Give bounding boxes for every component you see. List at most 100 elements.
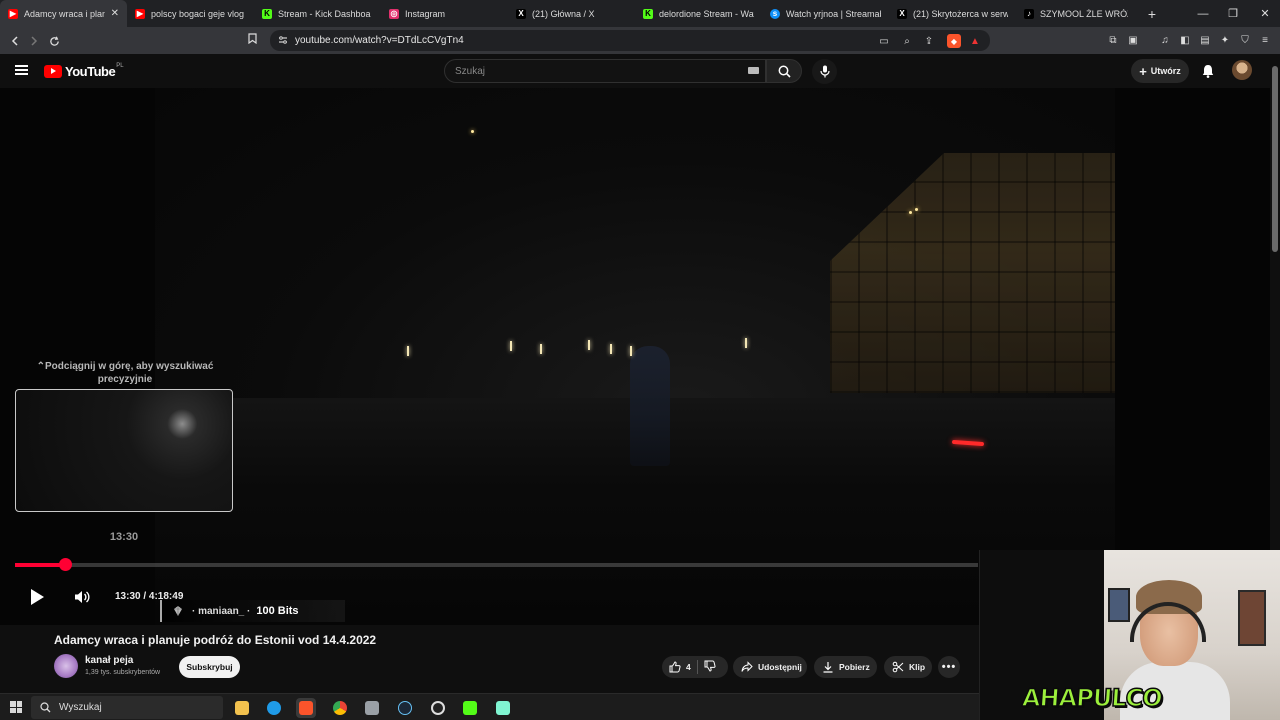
subscriber-count: 1,39 tys. subskrybentów [85,669,161,676]
progress-scrubber[interactable] [59,558,73,571]
kick-icon: K [262,8,272,19]
scrollbar-thumb[interactable] [1272,66,1278,252]
volume-icon [75,591,90,603]
wallet-icon[interactable]: ▤ [1198,33,1212,47]
tab-tiktok[interactable]: ♪ SZYMOOL ŻLE WRÓŻY KA [1016,0,1136,27]
tiktok-icon: ♪ [1024,8,1034,19]
streamlabs-icon[interactable] [493,698,513,718]
video-frame [155,88,1115,625]
windows-start-icon[interactable] [10,701,22,713]
minimize-button[interactable]: — [1188,0,1218,27]
split-view-icon[interactable]: ◧ [1178,33,1192,47]
x-icon: X [897,8,907,19]
streamer-logo: AHAPULCO [1020,683,1163,713]
bell-icon [1202,65,1214,78]
tab-youtube-vlog[interactable]: ▶ polscy bogaci geje vlog - [127,0,254,27]
url-field[interactable]: youtube.com/watch?v=DTdLcCVgTn4 ▭ ⌕ ⇪ ◆ … [270,30,990,51]
volume-button[interactable] [73,588,91,606]
bits-gem-icon [174,606,182,616]
zoom-icon[interactable]: ⌕ [900,34,914,48]
restore-button[interactable]: ❐ [1218,0,1248,27]
extensions-icon[interactable]: ⧉ [1106,33,1120,47]
kick-app-icon[interactable] [460,698,480,718]
tab-kick-stream[interactable]: K delordione Stream - Watch [635,0,762,27]
tab-x-post[interactable]: X (21) Skrytożerca w serwis [889,0,1016,27]
chevron-up-icon: ⌃ [36,361,45,372]
youtube-logo[interactable]: YouTube PL [44,63,124,79]
voice-search-button[interactable] [812,59,837,84]
bookmark-icon[interactable] [248,33,257,47]
donation-user: · maniaan_ · [192,605,251,617]
share-icon[interactable]: ⇪ [922,34,936,48]
reload-icon [49,35,59,46]
more-actions-button[interactable]: ••• [938,656,960,678]
youtube-icon: ▶ [135,8,145,19]
chrome-icon[interactable] [330,698,350,718]
share-button[interactable]: Udostępnij [733,656,807,678]
thumbs-down-icon [704,660,716,672]
edge-icon[interactable] [264,698,284,718]
tab-streamable[interactable]: s Watch yrjnoa | Streamable [762,0,889,27]
close-window-button[interactable]: ✕ [1250,0,1280,27]
arrow-left-icon [11,36,18,46]
person-silhouette [630,346,670,466]
channel-name[interactable]: kanał peja [85,655,133,666]
leo-ai-icon[interactable]: ✦ [1218,33,1232,47]
thumbs-up-icon [669,661,681,673]
back-button[interactable] [5,31,25,51]
tab-kick-dashboard[interactable]: K Stream - Kick Dashboa [254,0,381,27]
account-avatar[interactable] [1232,60,1252,80]
video-player[interactable]: ⌃Podciągnij w górę, aby wyszukiwać precy… [0,88,1270,625]
donation-alert: · maniaan_ · 100 Bits [160,600,345,622]
steam-icon[interactable] [395,698,415,718]
brave-icon[interactable] [296,698,316,718]
obs-icon[interactable] [428,698,448,718]
new-tab-button[interactable]: + [1142,6,1162,22]
keyboard-icon[interactable] [748,67,759,74]
hamburger-menu-icon[interactable] [15,65,28,75]
vpn-icon[interactable]: ⛉ [1238,33,1252,47]
play-button[interactable] [28,588,46,606]
like-count: 4 [686,662,691,672]
like-dislike-group: 4 [662,656,728,678]
search-button[interactable] [766,59,802,83]
brave-shield-icon[interactable]: ◆ [947,34,961,48]
brave-rewards-icon[interactable]: ▲ [968,34,982,48]
donation-amount: 100 Bits [256,605,299,617]
search-icon [40,702,51,713]
instagram-icon: ◎ [389,8,399,19]
subscribe-button[interactable]: Subskrybuj [179,656,240,678]
download-button[interactable]: Pobierz [814,656,877,678]
youtube-header: YouTube PL Szukaj + Utwórz [0,54,1280,88]
search-input[interactable]: Szukaj [444,59,766,83]
arrow-right-icon [31,36,38,46]
kick-icon: K [643,8,653,19]
address-bar: youtube.com/watch?v=DTdLcCVgTn4 ▭ ⌕ ⇪ ◆ … [0,27,1280,54]
tab-youtube-adamcy[interactable]: ▶ Adamcy wraca i planu ✕ [0,0,127,27]
like-button[interactable]: 4 [669,661,691,673]
tab-x-home[interactable]: X (21) Główna / X [508,0,635,27]
notifications-button[interactable] [1199,62,1217,80]
progress-bar[interactable] [15,558,978,571]
forward-button[interactable] [24,31,44,51]
search-icon [778,65,791,78]
site-info-icon[interactable] [278,35,288,48]
sidebar-icon[interactable]: ▣ [1126,33,1140,47]
clip-button[interactable]: Klip [884,656,932,678]
close-icon[interactable]: ✕ [111,8,119,19]
share-arrow-icon [741,661,753,672]
youtube-icon: ▶ [8,8,18,19]
file-explorer-icon[interactable] [232,698,252,718]
tab-instagram[interactable]: ◎ Instagram [381,0,508,27]
microphone-icon [819,65,830,78]
menu-icon[interactable]: ≡ [1258,33,1272,47]
create-button[interactable]: + Utwórz [1131,59,1189,83]
download-icon [823,662,833,673]
cast-icon[interactable]: ▭ [877,34,891,48]
channel-avatar[interactable] [54,654,78,678]
dislike-button[interactable] [704,660,721,674]
taskbar-search[interactable]: Wyszukaj [31,696,223,719]
music-icon[interactable]: ♫ [1158,33,1172,47]
reload-button[interactable] [44,31,64,51]
app-icon[interactable] [362,698,382,718]
